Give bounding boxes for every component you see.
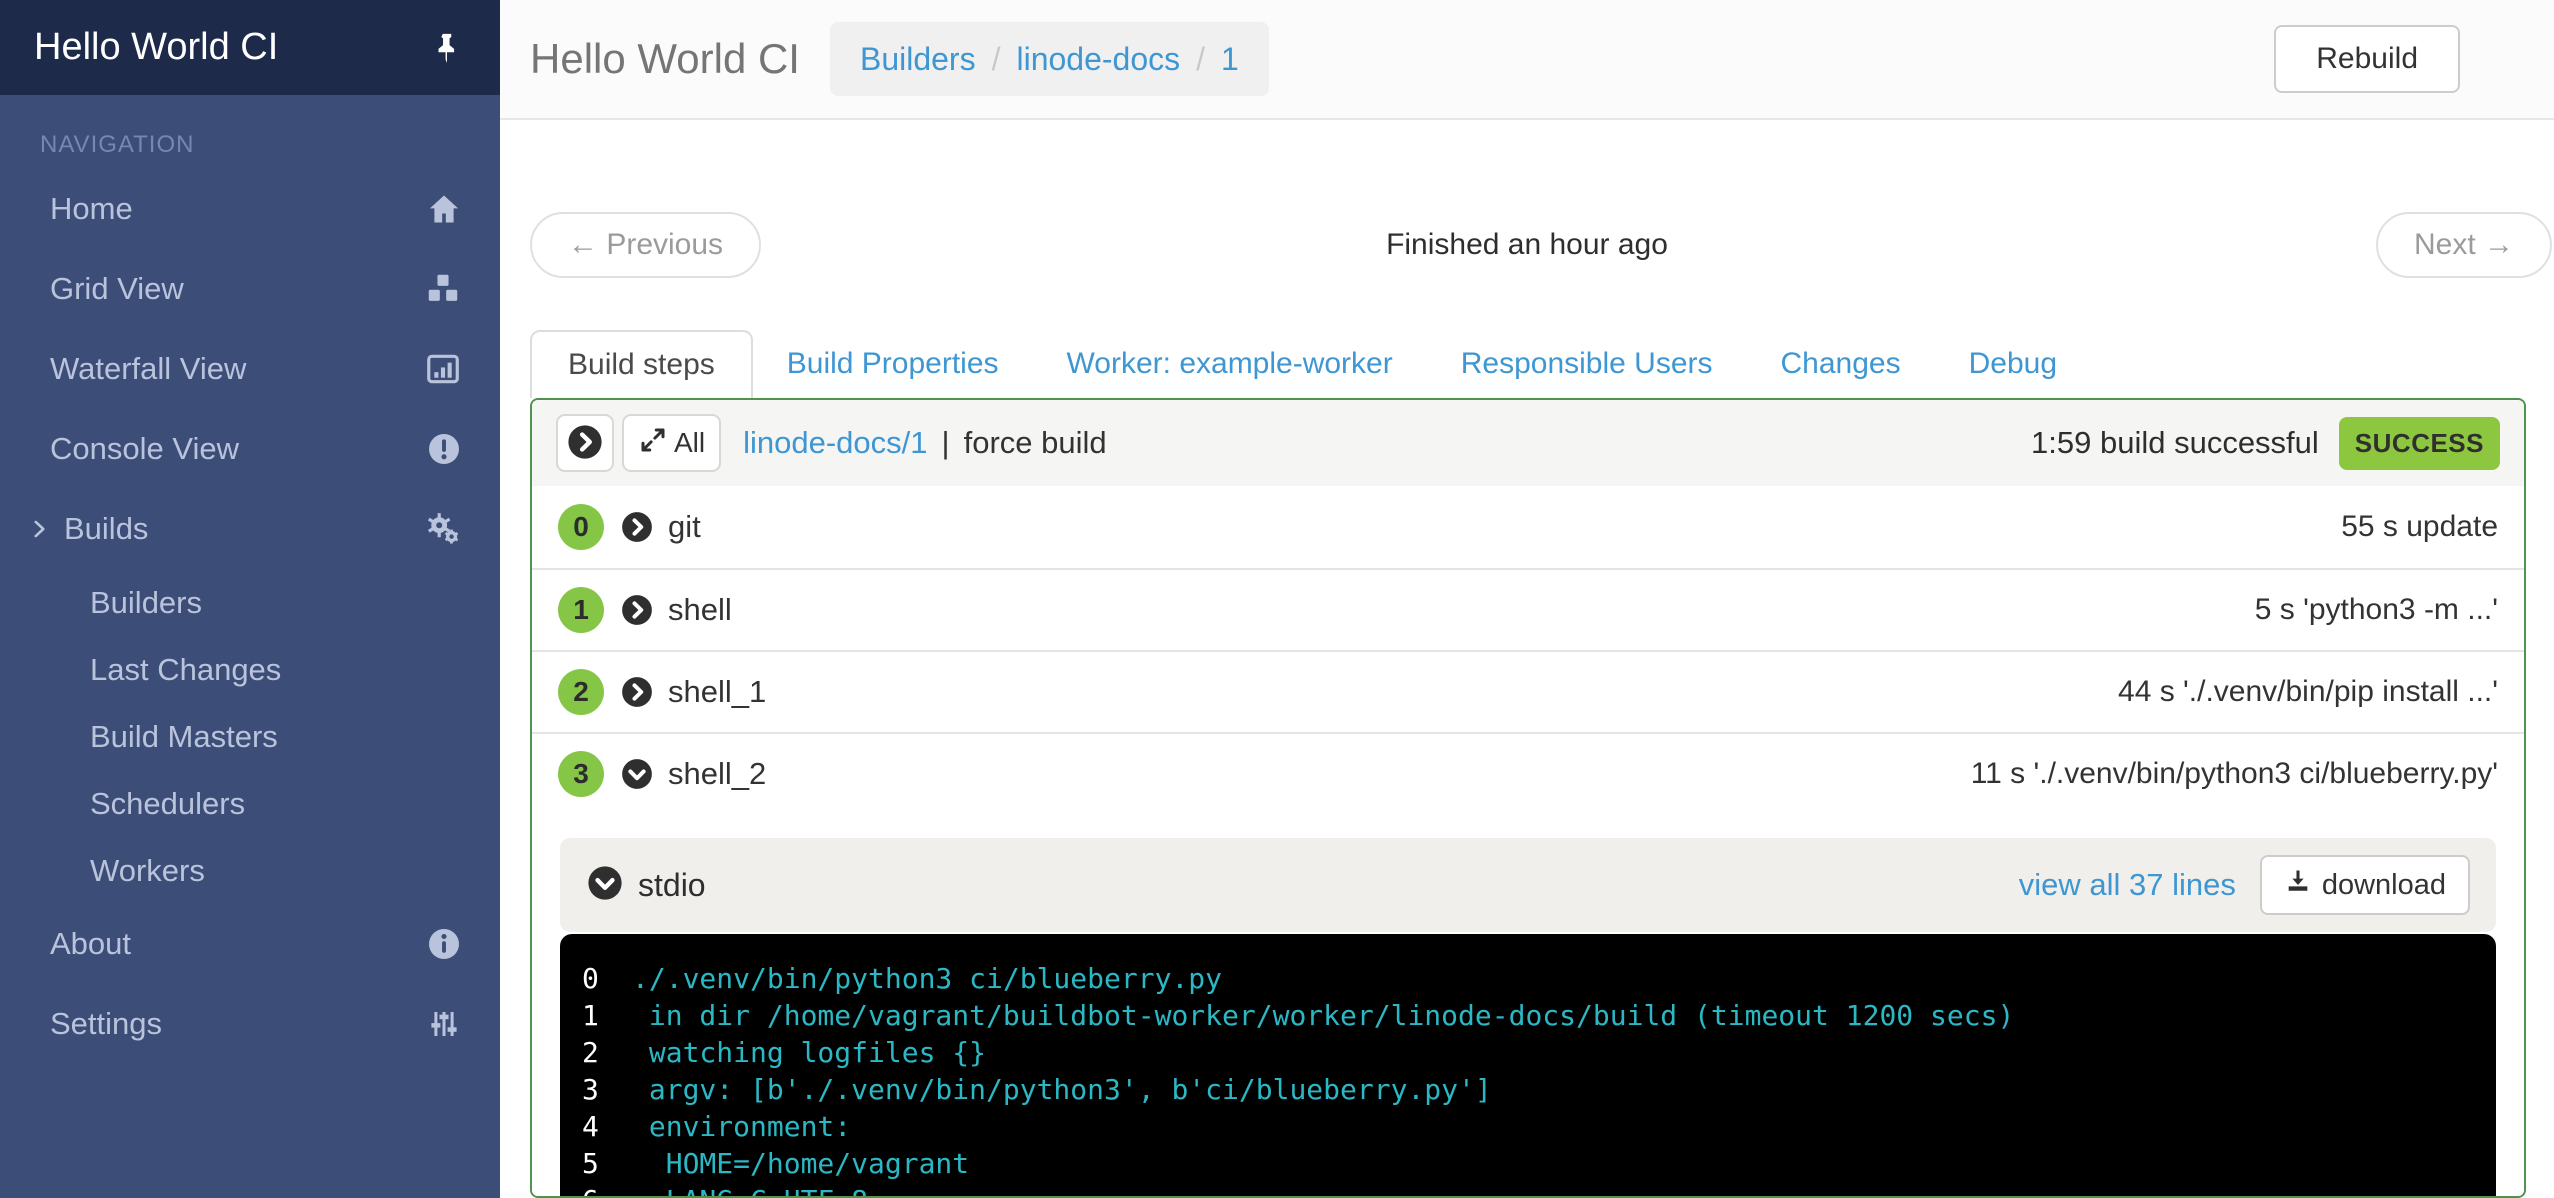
view-all-lines-link[interactable]: view all 37 lines <box>2019 867 2236 903</box>
step-detail: 44 s './.venv/bin/pip install ...' <box>2118 675 2498 709</box>
tab-changes[interactable]: Changes <box>1747 330 1935 398</box>
breadcrumb-separator: / <box>1196 41 1205 78</box>
expand-all-label: All <box>674 427 705 459</box>
stdio-log-header: stdio view all 37 lines download <box>560 838 2496 932</box>
step-name: shell <box>668 592 732 628</box>
topbar: Hello World CI Builders / linode-docs / … <box>500 0 2554 120</box>
step-row-git[interactable]: 0 git 55 s update <box>532 486 2524 568</box>
log-line: 1 in dir /home/vagrant/buildbot-worker/w… <box>582 997 2476 1034</box>
breadcrumb-build-number[interactable]: 1 <box>1221 41 1239 78</box>
step-row-shell-2[interactable]: 3 shell_2 11 s './.venv/bin/python3 ci/b… <box>532 732 2524 814</box>
sidebar-header: Hello World CI <box>0 0 500 95</box>
download-icon <box>2284 867 2312 903</box>
nav-section-label: NAVIGATION <box>40 131 500 159</box>
sidebar-item-build-masters[interactable]: Build Masters <box>0 703 500 770</box>
cubes-icon <box>424 270 462 308</box>
step-row-shell[interactable]: 1 shell 5 s 'python3 -m ...' <box>532 568 2524 650</box>
breadcrumb-builder-link[interactable]: linode-docs <box>1016 41 1180 78</box>
chevron-circle-down-icon[interactable] <box>620 757 654 791</box>
chevron-circle-right-icon <box>566 423 604 464</box>
thumbtack-icon[interactable] <box>430 31 464 65</box>
tab-worker[interactable]: Worker: example-worker <box>1033 330 1427 398</box>
caret-right-icon <box>26 516 52 542</box>
build-tabs: Build steps Build Properties Worker: exa… <box>530 330 2526 398</box>
breadcrumb: Builders / linode-docs / 1 <box>830 22 1269 96</box>
sidebar: Hello World CI NAVIGATION Home Grid View <box>0 0 500 1198</box>
download-log-button[interactable]: download <box>2260 855 2470 915</box>
main-content: Hello World CI Builders / linode-docs / … <box>500 0 2554 1198</box>
build-reason: force build <box>964 425 1107 461</box>
log-line: 2 watching logfiles {} <box>582 1034 2476 1071</box>
step-detail: 55 s update <box>2341 510 2498 544</box>
info-circle-icon <box>426 926 462 962</box>
chevron-circle-right-icon[interactable] <box>620 510 654 544</box>
app-title: Hello World CI <box>34 26 278 69</box>
build-panel-header: All linode-docs/1 | force build 1:59 bui… <box>532 400 2524 486</box>
log-line: 5 HOME=/home/vagrant <box>582 1145 2476 1182</box>
download-label: download <box>2322 869 2446 902</box>
log-line: 3 argv: [b'./.venv/bin/python3', b'ci/bl… <box>582 1071 2476 1108</box>
log-line: 0./.venv/bin/python3 ci/blueberry.py <box>582 960 2476 997</box>
expand-all-steps-button[interactable]: All <box>622 414 721 472</box>
sidebar-item-schedulers[interactable]: Schedulers <box>0 770 500 837</box>
exclamation-circle-icon <box>426 431 462 467</box>
sidebar-item-waterfall-view[interactable]: Waterfall View <box>0 329 500 409</box>
chevron-circle-right-icon[interactable] <box>620 675 654 709</box>
previous-build-button[interactable]: ← Previous <box>530 212 761 278</box>
step-name: git <box>668 509 701 545</box>
reason-separator: | <box>942 425 950 461</box>
bar-chart-icon <box>424 350 462 388</box>
stdio-terminal[interactable]: 0./.venv/bin/python3 ci/blueberry.py 1 i… <box>560 934 2496 1198</box>
sidebar-item-grid-view[interactable]: Grid View <box>0 249 500 329</box>
sliders-icon <box>426 1006 462 1042</box>
build-panel: All linode-docs/1 | force build 1:59 bui… <box>530 398 2526 1198</box>
build-duration-summary: 1:59 build successful <box>2031 425 2319 461</box>
step-number-badge: 3 <box>558 751 604 797</box>
step-name: shell_2 <box>668 756 766 792</box>
page-title: Hello World CI <box>530 35 800 83</box>
sidebar-item-workers[interactable]: Workers <box>0 837 500 904</box>
sidebar-item-console-view[interactable]: Console View <box>0 409 500 489</box>
tab-responsible-users[interactable]: Responsible Users <box>1427 330 1747 398</box>
step-row-shell-1[interactable]: 2 shell_1 44 s './.venv/bin/pip install … <box>532 650 2524 732</box>
step-detail: 5 s 'python3 -m ...' <box>2255 593 2498 627</box>
chevron-circle-right-icon[interactable] <box>620 593 654 627</box>
sidebar-nav: NAVIGATION Home Grid View Waterfall View <box>0 95 500 1064</box>
build-finished-status: Finished an hour ago <box>500 228 2554 262</box>
tab-debug[interactable]: Debug <box>1935 330 2091 398</box>
tab-build-properties[interactable]: Build Properties <box>753 330 1033 398</box>
status-badge: SUCCESS <box>2339 417 2500 470</box>
gears-icon <box>424 510 462 548</box>
step-detail: 11 s './.venv/bin/python3 ci/blueberry.p… <box>1971 757 2498 791</box>
pager-row: ← Previous Finished an hour ago Next → <box>500 212 2554 278</box>
stdio-log-card: stdio view all 37 lines download <box>560 838 2496 1198</box>
breadcrumb-separator: / <box>992 41 1001 78</box>
collapse-build-button[interactable] <box>556 414 614 472</box>
breadcrumb-builders-link[interactable]: Builders <box>860 41 976 78</box>
log-line: 6 LANG=C.UTF-8 <box>582 1182 2476 1198</box>
next-build-button[interactable]: Next → <box>2376 212 2552 278</box>
expand-arrows-icon <box>638 425 668 462</box>
step-number-badge: 0 <box>558 504 604 550</box>
sidebar-item-last-changes[interactable]: Last Changes <box>0 636 500 703</box>
log-line: 4 environment: <box>582 1108 2476 1145</box>
tab-build-steps[interactable]: Build steps <box>530 330 753 398</box>
sidebar-item-about[interactable]: About <box>0 904 500 984</box>
build-number-link[interactable]: linode-docs/1 <box>743 425 927 461</box>
home-icon <box>426 191 462 227</box>
step-expanded-area: stdio view all 37 lines download <box>532 814 2524 1198</box>
sidebar-item-builds[interactable]: Builds <box>0 489 500 569</box>
sidebar-item-home[interactable]: Home <box>0 169 500 249</box>
step-number-badge: 1 <box>558 587 604 633</box>
sidebar-item-settings[interactable]: Settings <box>0 984 500 1064</box>
log-title: stdio <box>638 867 706 904</box>
sidebar-item-builders[interactable]: Builders <box>0 569 500 636</box>
rebuild-button[interactable]: Rebuild <box>2274 25 2460 93</box>
chevron-circle-down-icon[interactable] <box>586 864 624 907</box>
step-number-badge: 2 <box>558 669 604 715</box>
step-name: shell_1 <box>668 674 766 710</box>
